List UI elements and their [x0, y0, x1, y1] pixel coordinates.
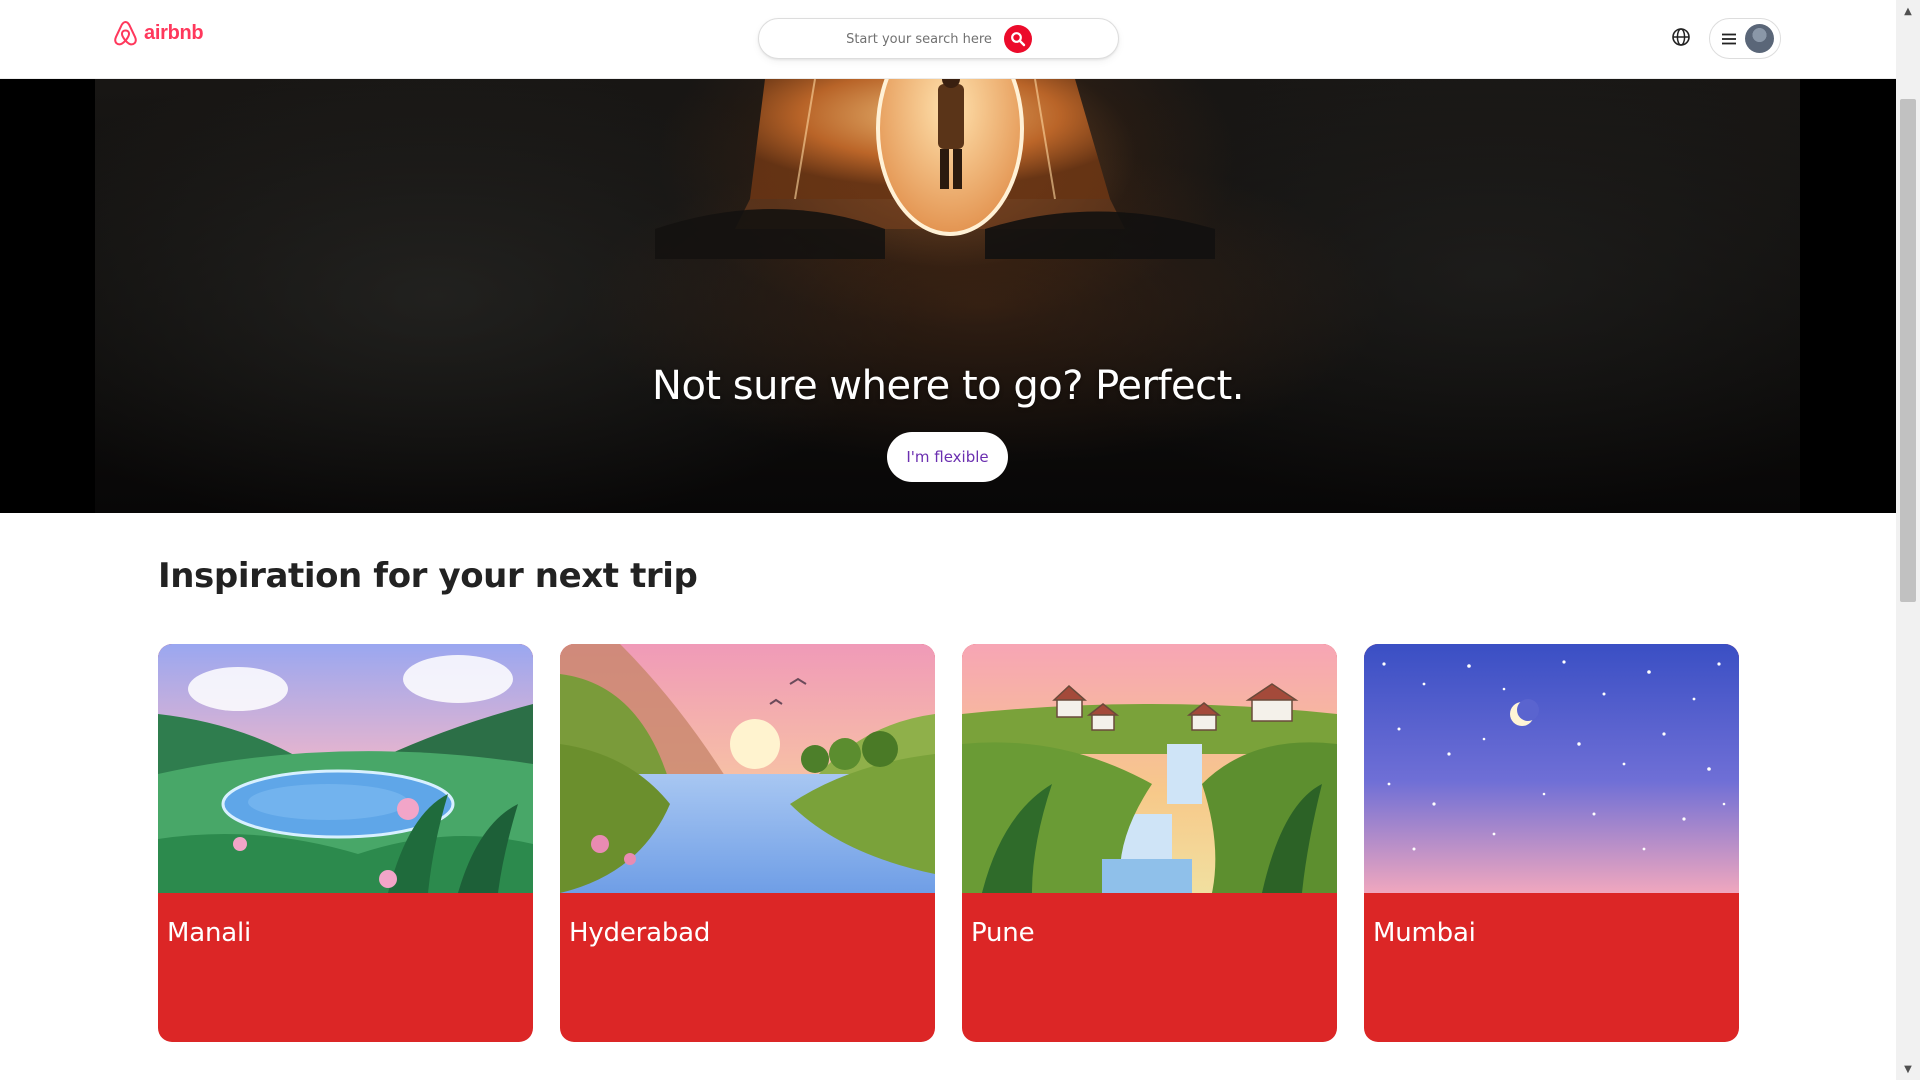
hero-heading: Not sure where to go? Perfect.: [652, 363, 1244, 409]
scroll-down-arrow-icon[interactable]: ▼: [1896, 1060, 1920, 1078]
destination-card-manali[interactable]: Manali: [158, 644, 533, 1042]
im-flexible-button[interactable]: I'm flexible: [887, 432, 1008, 482]
page: airbnb Start your search here Not sure w…: [0, 0, 1920, 1080]
inspiration-section-title: Inspiration for your next trip: [158, 556, 698, 596]
mumbai-night-sky-illustration: [1364, 644, 1739, 893]
destination-card-label: Manali: [167, 918, 252, 948]
user-avatar: [1745, 24, 1774, 53]
top-navbar: airbnb: [0, 0, 1896, 79]
search-bar[interactable]: [758, 18, 1119, 59]
destination-card-label: Hyderabad: [569, 918, 711, 948]
airbnb-logo[interactable]: airbnb: [112, 18, 204, 48]
destination-card-label: Pune: [971, 918, 1035, 948]
search-icon: [1011, 32, 1026, 47]
scrollbar-thumb[interactable]: [1900, 99, 1916, 602]
scroll-up-arrow-icon[interactable]: ▲: [1896, 2, 1920, 20]
hyderabad-river-illustration: [560, 644, 935, 893]
destination-card-mumbai[interactable]: Mumbai: [1364, 644, 1739, 1042]
search-input[interactable]: [799, 25, 1039, 53]
destination-card-label: Mumbai: [1373, 918, 1476, 948]
logo-text: airbnb: [144, 21, 204, 44]
language-button[interactable]: [1668, 24, 1694, 50]
pune-waterfall-illustration: [962, 644, 1337, 893]
manali-lake-illustration: [158, 644, 533, 893]
hamburger-menu-icon: [1722, 33, 1736, 44]
destination-card-pune[interactable]: Pune: [962, 644, 1337, 1042]
hero-banner: Not sure where to go? Perfect. I'm flexi…: [0, 79, 1896, 513]
glowing-tent-illustration: [655, 79, 1215, 259]
globe-icon: [1672, 28, 1690, 46]
profile-menu-button[interactable]: [1709, 18, 1781, 59]
vertical-scrollbar[interactable]: ▲ ▼: [1896, 0, 1920, 1080]
search-button[interactable]: [1004, 25, 1032, 53]
airbnb-logo-icon: [114, 21, 137, 46]
destination-card-hyderabad[interactable]: Hyderabad: [560, 644, 935, 1042]
